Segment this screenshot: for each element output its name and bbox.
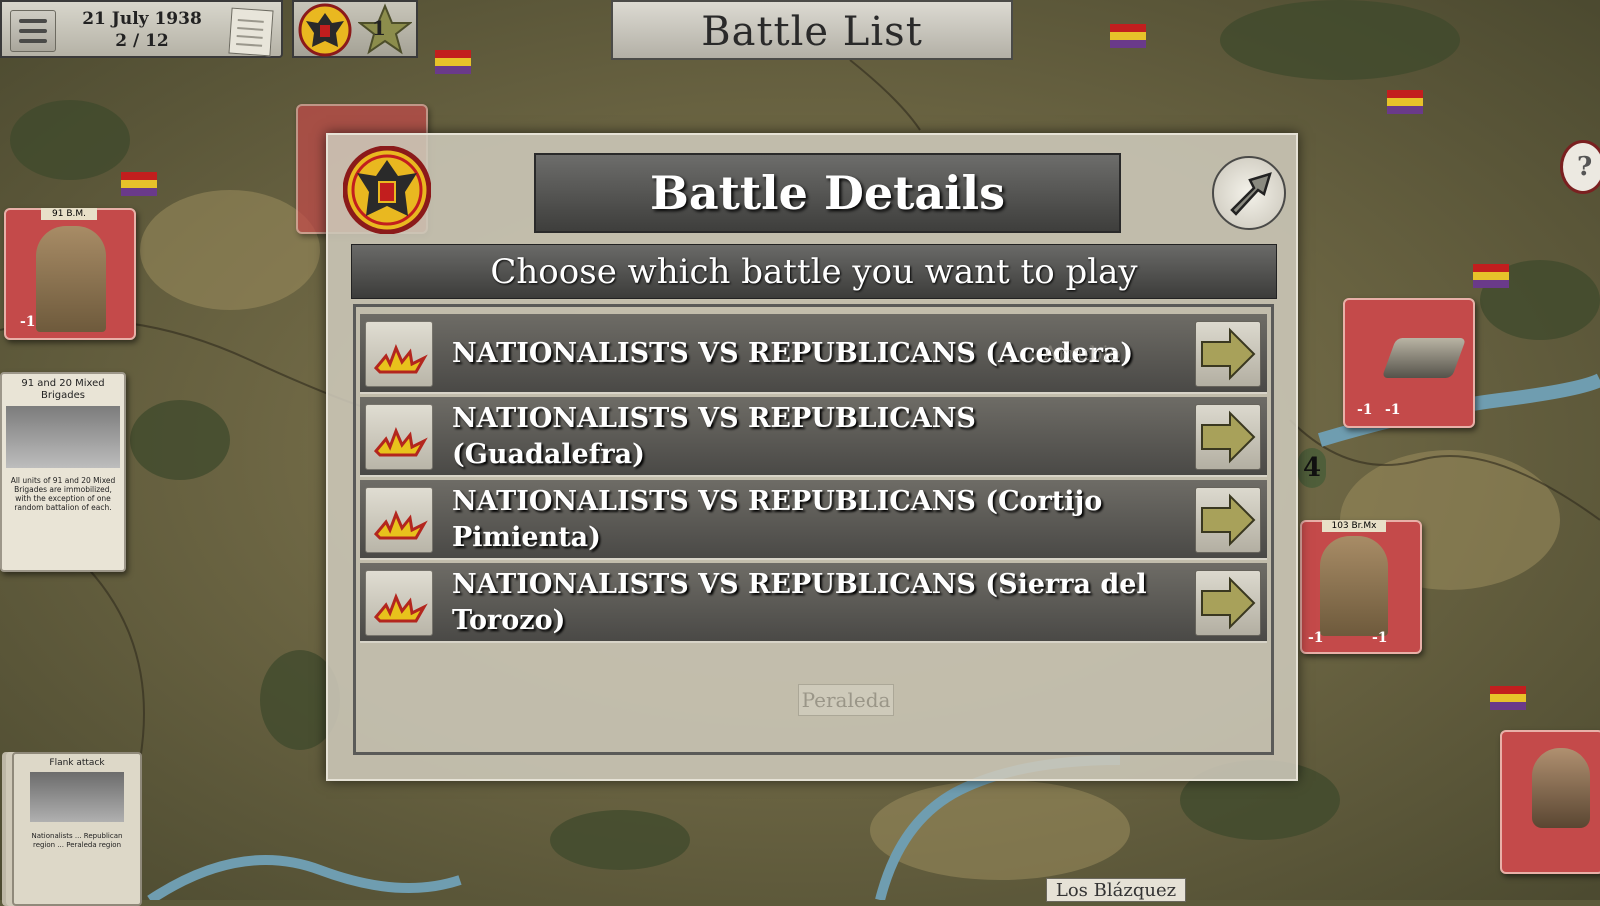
republican-unit-card-right[interactable]: 103 Br.Mx -1 -1 [1300, 520, 1422, 654]
play-arrow-button[interactable] [1195, 487, 1261, 553]
explosion-icon [365, 487, 433, 553]
counter-badge: 4 [1298, 448, 1326, 488]
play-arrow-button[interactable] [1195, 404, 1261, 470]
event-card[interactable]: 91 and 20 Mixed Brigades All units of 91… [0, 372, 126, 572]
battle-list-title: Battle List [611, 0, 1013, 60]
faction-panel: 1 [292, 0, 418, 58]
star-count: 1 [372, 16, 386, 40]
event-card-title: 91 and 20 Mixed Brigades [21, 378, 105, 401]
deck-card-photo [30, 772, 124, 822]
date-turn-text: 21 July 1938 2 / 12 [72, 8, 212, 52]
dialog-title: Battle Details [534, 153, 1121, 233]
commander-portrait [1532, 748, 1590, 828]
battle-row[interactable]: NATIONALISTS VS REPUBLICANS (Sierra del … [360, 563, 1267, 643]
dialog-subtitle: Choose which battle you want to play [351, 244, 1277, 299]
deck-card-text: Nationalists ... Republican region ... P… [31, 832, 123, 849]
unit-modifier: -1 [1385, 402, 1401, 418]
battle-name: NATIONALISTS VS REPUBLICANS (Cortijo Pim… [452, 486, 1103, 553]
nationalist-faction-emblem [343, 146, 431, 234]
event-card-text: All units of 91 and 20 Mixed Brigades ar… [10, 476, 116, 512]
current-date: 21 July 1938 [82, 9, 202, 29]
battle-name: NATIONALISTS VS REPUBLICANS (Sierra del … [452, 569, 1147, 636]
explosion-icon [365, 321, 433, 387]
unit-modifier: -1 [1357, 402, 1373, 418]
back-arrow-icon[interactable] [1212, 156, 1286, 230]
help-icon[interactable]: ? [1560, 140, 1600, 194]
republican-unit-card[interactable]: 91 B.M. -1 [4, 208, 136, 340]
battle-name: NATIONALISTS VS REPUBLICANS (Guadalefra) [452, 403, 976, 470]
soldier-portrait [36, 226, 106, 332]
date-turn-panel: 21 July 1938 2 / 12 [0, 0, 283, 58]
hamburger-menu-icon[interactable] [10, 10, 56, 52]
bunker-unit-card[interactable]: -1 -1 [1343, 298, 1475, 428]
town-label-arrubio: Arrubio [1043, 341, 1121, 365]
explosion-icon [365, 404, 433, 470]
unit-card-label: 91 B.M. [41, 208, 97, 220]
unit-modifier: -1 [1308, 630, 1324, 646]
deck-card-title: Flank attack [49, 758, 105, 768]
commander-unit-card[interactable] [1500, 730, 1600, 874]
turn-counter: 2 / 12 [115, 31, 169, 51]
town-label-peraleda: Peraleda [798, 684, 894, 716]
explosion-icon [365, 570, 433, 636]
unit-card-label: 103 Br.Mx [1322, 520, 1386, 532]
bunker-icon [1381, 338, 1467, 378]
unit-modifier: -1 [1372, 630, 1388, 646]
play-arrow-button[interactable] [1195, 570, 1261, 636]
soldier-portrait [1320, 536, 1388, 636]
nationalist-eagle-emblem[interactable] [298, 3, 352, 57]
card-deck[interactable]: Flank attack Nationalists ... Republican… [12, 752, 142, 906]
battle-row[interactable]: NATIONALISTS VS REPUBLICANS (Guadalefra) [360, 397, 1267, 477]
notebook-icon[interactable] [228, 7, 274, 57]
unit-modifier: -1 [20, 314, 36, 330]
play-arrow-button[interactable] [1195, 321, 1261, 387]
town-label-los-blazquez: Los Blázquez [1046, 878, 1186, 902]
event-card-photo [6, 406, 120, 468]
battle-row[interactable]: NATIONALISTS VS REPUBLICANS (Cortijo Pim… [360, 480, 1267, 560]
